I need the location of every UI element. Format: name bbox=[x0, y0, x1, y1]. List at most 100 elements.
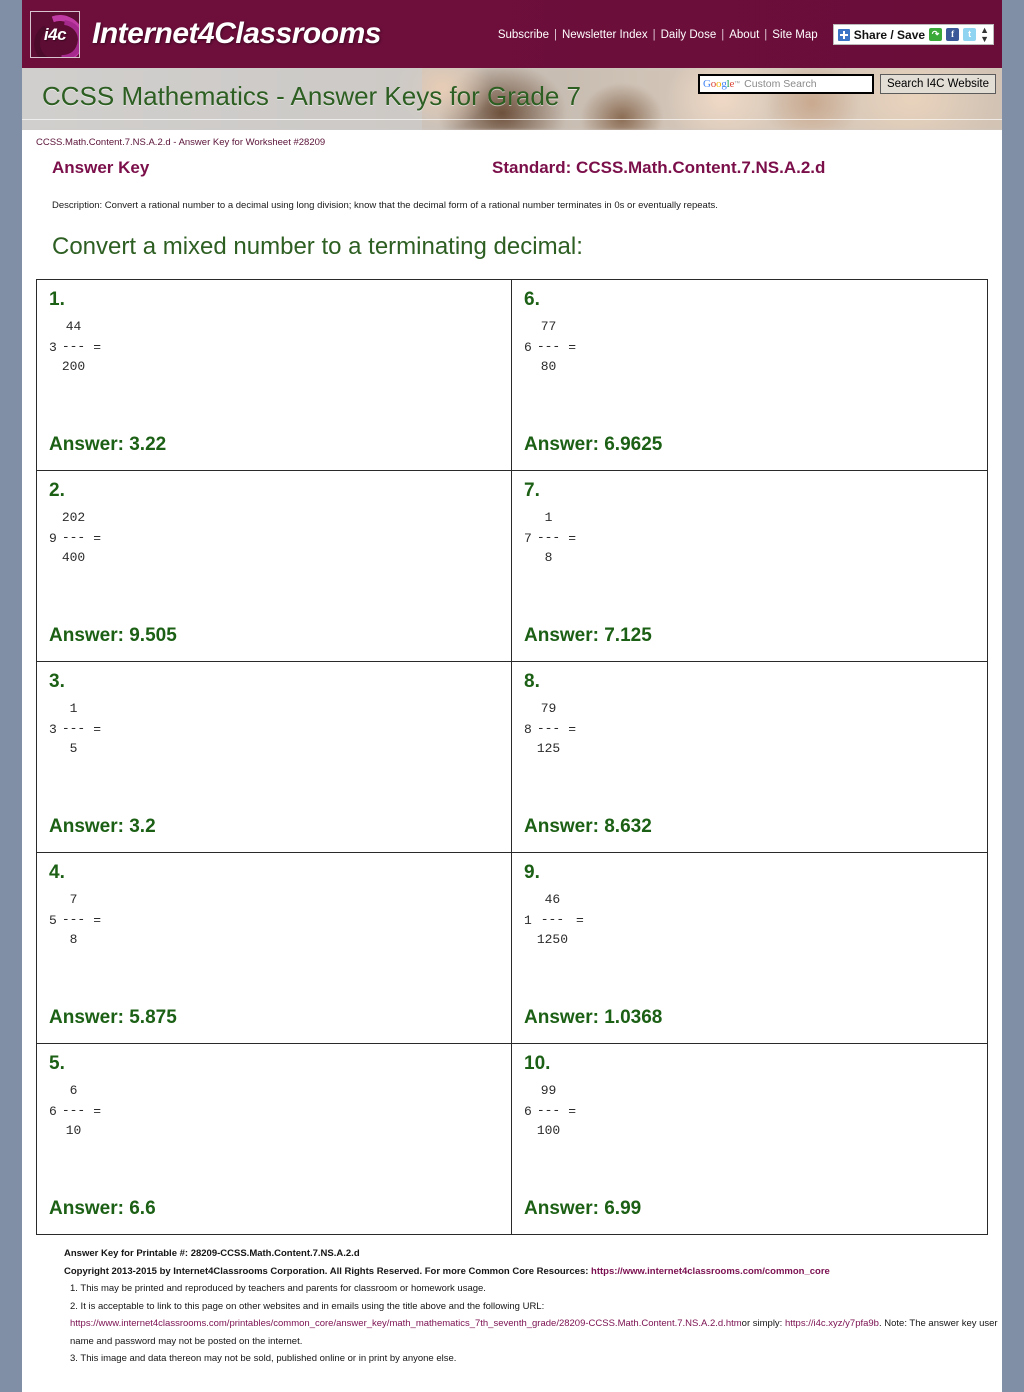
problem-number: 7. bbox=[524, 480, 540, 501]
problem-cell: 1. 3 44 --- 200 = Answer: 3.22 bbox=[37, 280, 512, 471]
standard-description: Description: Convert a rational number t… bbox=[52, 200, 718, 211]
mixed-number-expression: 8 79 --- 125 = bbox=[524, 699, 987, 759]
fraction: 1 --- 5 bbox=[62, 699, 85, 759]
problem-cell: 9. 1 46 --- 1250 = Answer: 1.0368 bbox=[512, 853, 987, 1044]
problem-number: 1. bbox=[49, 289, 65, 310]
fraction-bar: --- bbox=[536, 530, 561, 546]
problem-number: 5. bbox=[49, 1053, 65, 1074]
equals-sign: = bbox=[93, 912, 102, 928]
fraction: 79 --- 125 bbox=[537, 699, 560, 759]
fraction-denominator: 80 bbox=[540, 359, 557, 375]
problem-answer: Answer: 5.875 bbox=[49, 1007, 177, 1028]
worksheet-short-url[interactable]: https://i4c.xyz/y7pfa9b bbox=[785, 1318, 879, 1329]
problem-cell: 6. 6 77 --- 80 = Answer: 6.9625 bbox=[512, 280, 987, 471]
mixed-number-expression: 3 44 --- 200 = bbox=[49, 317, 511, 377]
fraction-numerator: 1 bbox=[69, 700, 78, 716]
share-icon[interactable]: ↷ bbox=[929, 28, 943, 41]
fraction: 44 --- 200 bbox=[62, 317, 85, 377]
site-header: i4c Internet4Classrooms Subscribe | News… bbox=[22, 0, 1002, 68]
equals-sign: = bbox=[576, 912, 584, 928]
site-logo[interactable]: i4c Internet4Classrooms bbox=[30, 5, 381, 63]
problem-cell: 8. 8 79 --- 125 = Answer: 8.632 bbox=[512, 662, 987, 853]
document-body: CCSS.Math.Content.7.NS.A.2.d - Answer Ke… bbox=[22, 130, 1002, 1392]
fraction-denominator: 100 bbox=[536, 1123, 561, 1139]
problem-number: 8. bbox=[524, 671, 540, 692]
fraction-numerator: 77 bbox=[540, 318, 557, 334]
fraction: 7 --- 8 bbox=[62, 890, 85, 950]
whole-part: 7 bbox=[524, 530, 532, 546]
problem-answer: Answer: 3.22 bbox=[49, 434, 167, 455]
fraction-denominator: 8 bbox=[69, 932, 78, 948]
answer-key-header: Answer Key Standard: CCSS.Math.Content.7… bbox=[22, 148, 1002, 178]
search-input[interactable]: Google ™ Custom Search bbox=[697, 74, 874, 94]
whole-part: 5 bbox=[49, 912, 57, 928]
problem-answer: Answer: 7.125 bbox=[524, 625, 652, 646]
problem-number: 10. bbox=[524, 1053, 551, 1074]
facebook-icon[interactable]: f bbox=[946, 28, 960, 41]
whole-part: 9 bbox=[49, 530, 57, 546]
fraction-denominator: 10 bbox=[65, 1123, 82, 1139]
mixed-number-expression: 7 1 --- 8 = bbox=[524, 508, 987, 568]
mixed-number-expression: 9 202 --- 400 = bbox=[49, 508, 511, 568]
fraction-bar: --- bbox=[61, 339, 86, 355]
fraction-denominator: 5 bbox=[69, 741, 78, 757]
mixed-number-expression: 1 46 --- 1250 = bbox=[524, 890, 987, 950]
logo-mark-text: i4c bbox=[43, 24, 67, 44]
top-navigation: Subscribe | Newsletter Index | Daily Dos… bbox=[493, 24, 994, 45]
equals-sign: = bbox=[568, 530, 577, 546]
fraction-numerator: 1 bbox=[544, 509, 553, 525]
updown-caret-icon[interactable]: ▲ ▼ bbox=[980, 25, 989, 44]
mixed-number-expression: 6 77 --- 80 = bbox=[524, 317, 987, 377]
problem-answer: Answer: 6.99 bbox=[524, 1198, 642, 1219]
common-core-link[interactable]: https://www.internet4classrooms.com/comm… bbox=[591, 1266, 830, 1277]
problem-cell: 4. 5 7 --- 8 = Answer: 5.875 bbox=[37, 853, 512, 1044]
whole-part: 6 bbox=[524, 1103, 532, 1119]
footer-note-2: 2. It is acceptable to link to this page… bbox=[70, 1300, 545, 1312]
fraction-numerator: 7 bbox=[69, 891, 78, 907]
problem-answer: Answer: 1.0368 bbox=[524, 1007, 663, 1028]
fraction-numerator: 44 bbox=[65, 318, 82, 334]
fraction-denominator: 400 bbox=[61, 550, 86, 566]
nav-item-about[interactable]: About bbox=[724, 29, 764, 41]
fraction-numerator: 99 bbox=[540, 1082, 557, 1098]
google-logo-icon: Google bbox=[702, 78, 735, 90]
logo-wordmark: Internet4Classrooms bbox=[92, 17, 381, 50]
problem-answer: Answer: 8.632 bbox=[524, 816, 652, 837]
share-save-widget[interactable]: Share / Save ↷ f t ▲ ▼ bbox=[832, 24, 994, 45]
url-joiner: or simply: bbox=[741, 1318, 783, 1330]
nav-item-newsletter-index[interactable]: Newsletter Index bbox=[557, 29, 653, 41]
fraction-bar: --- bbox=[61, 530, 86, 546]
twitter-icon[interactable]: t bbox=[963, 28, 977, 41]
problem-answer: Answer: 6.9625 bbox=[524, 434, 663, 455]
section-title: Convert a mixed number to a terminating … bbox=[52, 233, 583, 260]
fraction-denominator: 125 bbox=[536, 741, 561, 757]
nav-item-subscribe[interactable]: Subscribe bbox=[493, 29, 554, 41]
problem-number: 6. bbox=[524, 289, 540, 310]
standard-label: Standard: CCSS.Math.Content.7.NS.A.2.d bbox=[492, 158, 826, 177]
problem-number: 2. bbox=[49, 480, 65, 501]
mixed-number-expression: 3 1 --- 5 = bbox=[49, 699, 511, 759]
plus-icon bbox=[837, 28, 850, 41]
whole-part: 6 bbox=[524, 339, 532, 355]
fraction-bar: --- bbox=[61, 912, 86, 928]
fraction-bar: --- bbox=[536, 339, 561, 355]
problem-cell: 10. 6 99 --- 100 = Answer: 6.99 bbox=[512, 1044, 987, 1235]
fraction-numerator: 46 bbox=[544, 891, 561, 907]
i4c-logo-icon: i4c bbox=[30, 10, 80, 58]
fraction-numerator: 79 bbox=[540, 700, 557, 716]
mixed-number-expression: 6 99 --- 100 = bbox=[524, 1081, 987, 1141]
nav-item-site-map[interactable]: Site Map bbox=[767, 29, 822, 41]
worksheet-long-url[interactable]: https://www.internet4classrooms.com/prin… bbox=[70, 1318, 742, 1329]
equals-sign: = bbox=[93, 530, 102, 546]
equals-sign: = bbox=[568, 721, 577, 737]
nav-item-daily-dose[interactable]: Daily Dose bbox=[656, 29, 722, 41]
problem-answer: Answer: 3.2 bbox=[49, 816, 156, 837]
footer-url-block: https://www.internet4classrooms.com/prin… bbox=[64, 1315, 1002, 1350]
fraction-bar: --- bbox=[61, 1103, 86, 1119]
fraction-bar: --- bbox=[536, 721, 561, 737]
fraction-numerator: 202 bbox=[61, 509, 86, 525]
equals-sign: = bbox=[93, 339, 102, 355]
fraction: 202 --- 400 bbox=[62, 508, 85, 568]
document-footer: Answer Key for Printable #: 28209-CCSS.M… bbox=[22, 1235, 1002, 1382]
search-button[interactable]: Search I4C Website bbox=[879, 74, 996, 94]
